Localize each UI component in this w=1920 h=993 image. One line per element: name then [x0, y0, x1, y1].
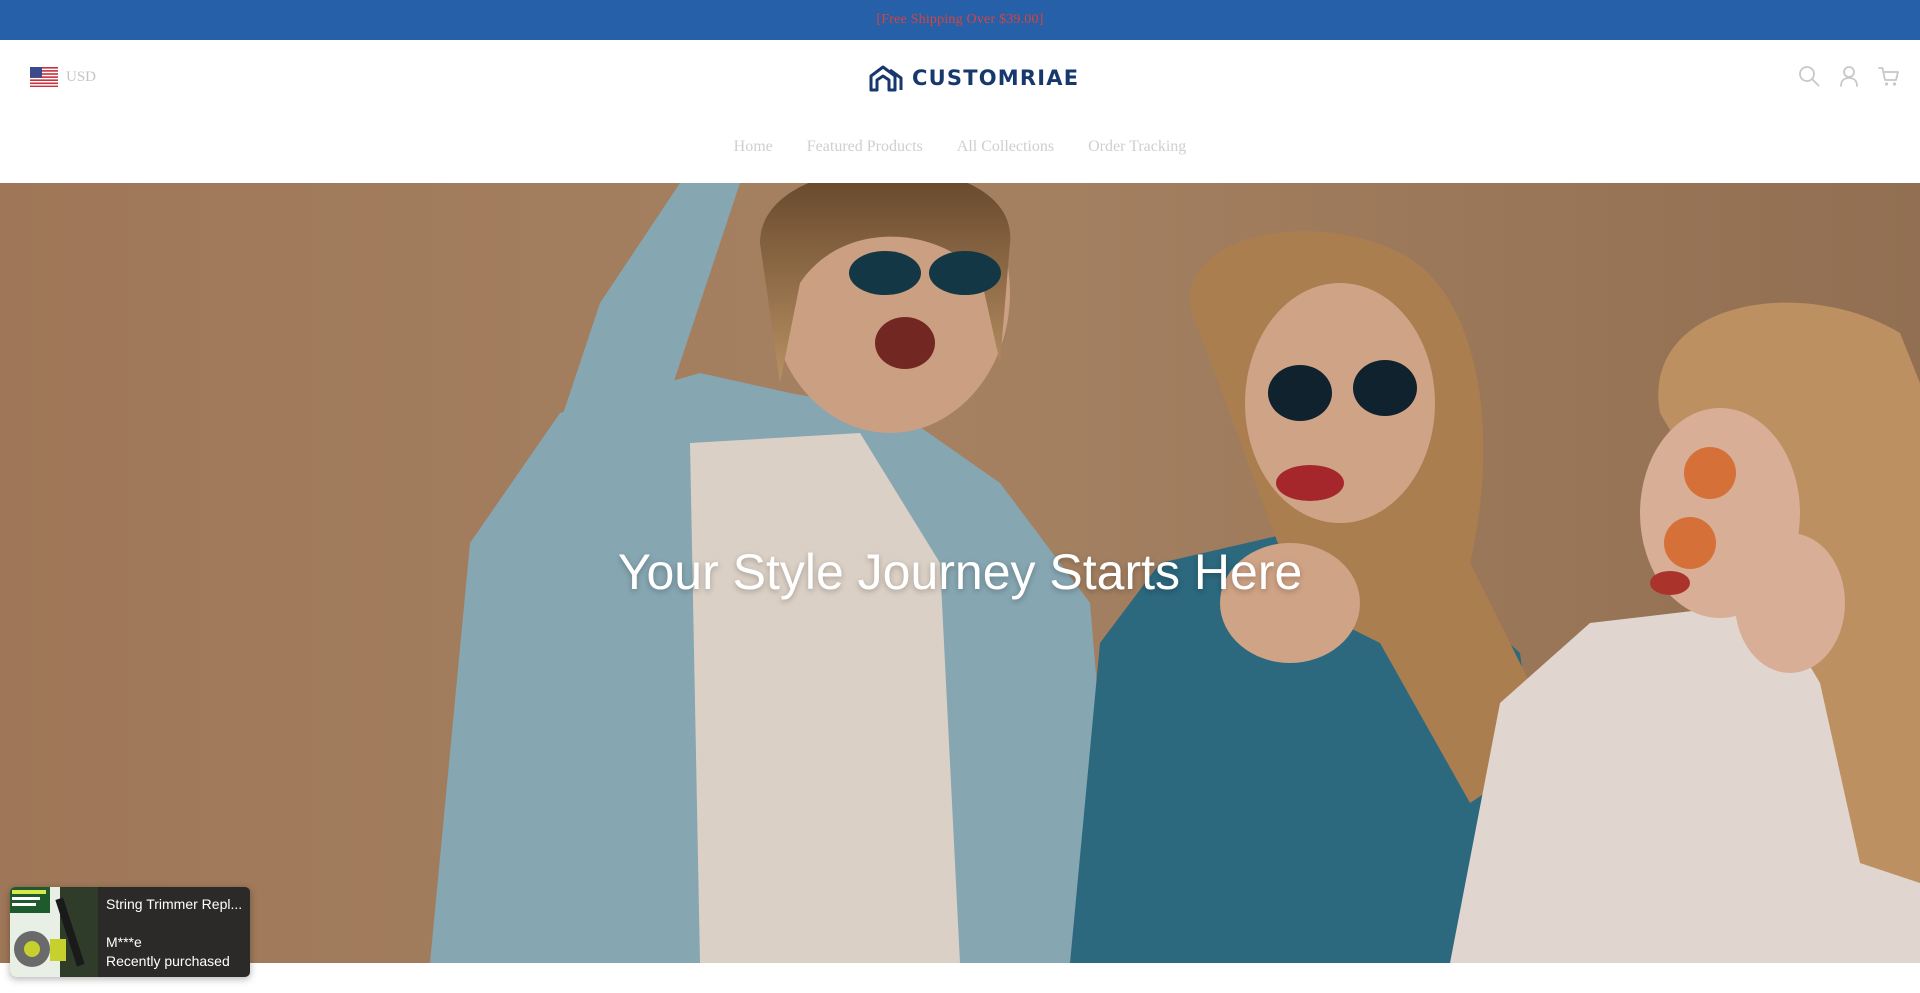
header-actions — [1798, 62, 1900, 90]
product-thumbnail — [10, 887, 98, 977]
nav-featured-products[interactable]: Featured Products — [807, 132, 923, 162]
nav-all-collections[interactable]: All Collections — [957, 132, 1054, 162]
search-icon[interactable] — [1798, 65, 1820, 87]
currency-code: USD — [66, 68, 97, 85]
popup-buyer-name: M***e — [106, 934, 142, 950]
hero-title: Your Style Journey Starts Here — [617, 544, 1303, 600]
account-icon[interactable] — [1838, 65, 1860, 87]
hero-banner[interactable]: Your Style Journey Starts Here — [0, 183, 1920, 963]
us-flag-icon — [30, 67, 58, 87]
currency-selector[interactable]: USD — [30, 64, 96, 90]
main-nav: Home Featured Products All Collections O… — [0, 132, 1920, 162]
recent-purchase-popup[interactable]: String Trimmer Repl... M***e Recently pu… — [10, 887, 250, 977]
site-logo[interactable]: CUSTOMRIAE — [868, 62, 1079, 94]
logo-text: CUSTOMRIAE — [912, 66, 1080, 90]
announcement-bar: [Free Shipping Over $39.00] — [0, 0, 1920, 40]
house-logo-icon — [869, 65, 903, 92]
popup-product-name: String Trimmer Repl... — [106, 896, 243, 912]
announcement-text: [Free Shipping Over $39.00] — [876, 12, 1044, 27]
popup-status-text: Recently purchased — [106, 953, 230, 969]
nav-home[interactable]: Home — [734, 132, 773, 162]
site-header: USD CUSTOMRIAE Home Featured Products Al… — [0, 40, 1920, 183]
cart-icon[interactable] — [1878, 65, 1900, 87]
nav-order-tracking[interactable]: Order Tracking — [1088, 132, 1186, 162]
